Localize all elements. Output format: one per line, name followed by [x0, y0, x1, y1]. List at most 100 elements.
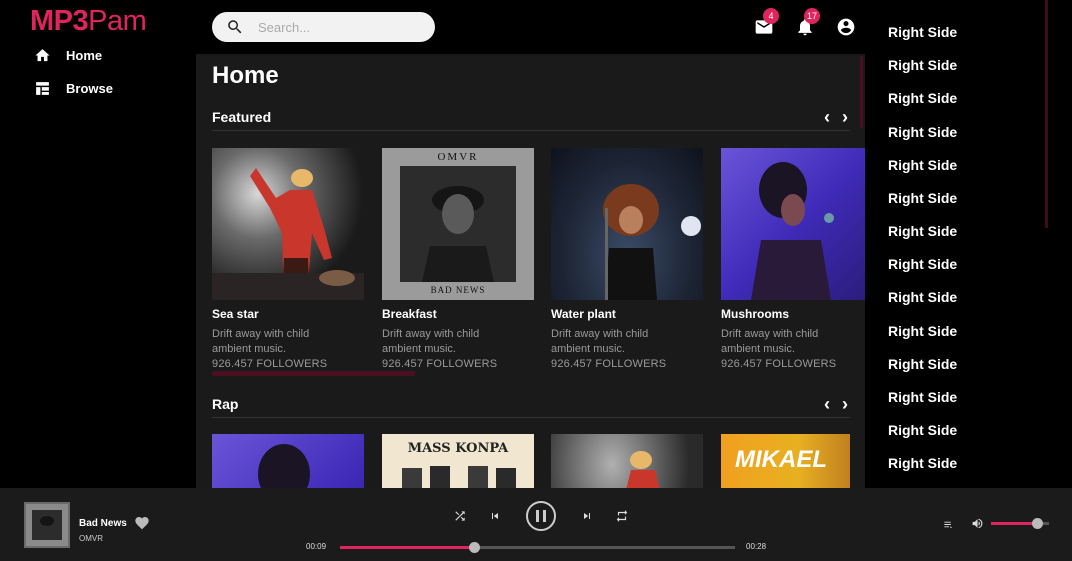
sidebar-item-label: Browse [66, 81, 113, 96]
right-side-item[interactable]: Right Side [888, 356, 957, 372]
total-time: 00:28 [746, 542, 767, 551]
mail-badge: 4 [763, 8, 779, 24]
pause-button[interactable] [526, 501, 556, 531]
notifications-button[interactable]: 17 [794, 8, 821, 38]
album-art[interactable] [212, 434, 364, 488]
card-followers: 926.457 FOLLOWERS [212, 358, 328, 370]
right-side-item[interactable]: Right Side [888, 157, 957, 173]
search-box[interactable] [212, 12, 435, 42]
logo-main: MP3 [30, 4, 89, 37]
now-playing-title: Bad News [79, 518, 127, 529]
right-side-item[interactable]: Right Side [888, 389, 957, 405]
sidebar-item-browse[interactable]: Browse [34, 80, 113, 97]
home-icon [35, 49, 50, 62]
right-side-item[interactable]: Right Side [888, 57, 957, 73]
volume-slider[interactable] [991, 518, 1049, 529]
right-side-item[interactable]: Right Side [888, 190, 957, 206]
page-title: Home [212, 62, 279, 89]
album-art-text: MASS KONPA [407, 441, 509, 456]
previous-icon[interactable] [489, 509, 501, 523]
right-side-item[interactable]: Right Side [888, 422, 957, 438]
card-description: Drift away with child ambient music. [551, 328, 649, 355]
player-bar: Bad News OMVR 00:09 00:28 [0, 488, 1072, 561]
section-header-featured: Featured ‹ › [212, 103, 850, 131]
section-header-rap: Rap ‹ › [212, 390, 850, 418]
card-description: Drift away with child ambient music. [212, 328, 310, 355]
card-title: Mushrooms [721, 307, 790, 321]
right-side-item[interactable]: Right Side [888, 455, 957, 471]
album-art-bottom-text: BAD NEWS [430, 285, 486, 295]
album-art[interactable]: MIKAEL [721, 434, 850, 488]
volume-knob[interactable] [1032, 518, 1044, 529]
right-side-item[interactable]: Right Side [888, 124, 957, 140]
rap-card-mass-konpa[interactable]: MASS KONPA [382, 434, 534, 488]
right-side-item[interactable]: Right Side [888, 90, 957, 106]
right-side-item[interactable]: Right Side [888, 223, 957, 239]
album-art-top-text: OMVR [437, 151, 479, 163]
album-art[interactable] [551, 434, 703, 488]
card-water-plant[interactable]: Water plant Drift away with child ambien… [551, 148, 703, 372]
right-side-item[interactable]: Right Side [888, 256, 957, 272]
album-art-text: MIKAEL [735, 446, 827, 473]
right-side-item[interactable]: Right Side [888, 24, 957, 40]
rap-card-1[interactable] [212, 434, 364, 488]
rap-card-3[interactable] [551, 434, 703, 488]
queue-icon[interactable] [943, 519, 954, 530]
search-input[interactable] [258, 19, 418, 35]
pause-icon [536, 510, 539, 522]
card-mushrooms[interactable]: Mushrooms Drift away with child ambient … [721, 148, 865, 372]
next-arrow-button[interactable]: › [842, 395, 848, 413]
shuffle-icon[interactable] [453, 509, 467, 523]
album-art[interactable] [551, 148, 703, 300]
volume-fill [991, 522, 1038, 525]
card-description: Drift away with child ambient music. [721, 328, 819, 355]
right-sidebar: Right Side Right Side Right Side Right S… [879, 0, 1072, 488]
progress-knob[interactable] [469, 542, 481, 553]
left-sidebar: MP3Pam Home Browse [0, 0, 196, 488]
right-side-item[interactable]: Right Side [888, 289, 957, 305]
progress-bar[interactable] [340, 542, 735, 553]
album-art[interactable]: MASS KONPA [382, 434, 534, 488]
next-arrow-button[interactable]: › [842, 108, 848, 126]
account-button[interactable] [835, 16, 857, 38]
album-art[interactable]: OMVR BAD NEWS [382, 148, 534, 300]
notifications-badge: 17 [804, 8, 821, 24]
card-followers: 926.457 FOLLOWERS [382, 358, 498, 370]
prev-arrow-button[interactable]: ‹ [824, 395, 830, 413]
rap-card-mikael[interactable]: MIKAEL [721, 434, 865, 488]
account-icon [837, 18, 855, 36]
card-sea-star[interactable]: Sea star Drift away with child ambient m… [212, 148, 364, 372]
section-title: Featured [212, 108, 272, 125]
album-art[interactable] [721, 148, 865, 300]
logo-rest: Pam [88, 4, 147, 37]
progress-fill [340, 546, 475, 549]
featured-scrollbar[interactable] [212, 371, 415, 376]
card-title: Water plant [551, 307, 616, 321]
right-side-item[interactable]: Right Side [888, 323, 957, 339]
now-playing-artist: OMVR [79, 534, 103, 543]
volume-icon[interactable] [971, 517, 984, 530]
section-title: Rap [212, 395, 239, 412]
card-title: Sea star [212, 307, 259, 321]
card-breakfast[interactable]: OMVR BAD NEWS Breakfast Drift away with … [382, 148, 534, 372]
card-title: Breakfast [382, 307, 437, 321]
album-art[interactable] [212, 148, 364, 300]
next-icon[interactable] [581, 509, 593, 523]
card-followers: 926.457 FOLLOWERS [721, 358, 837, 370]
sidebar-item-home[interactable]: Home [34, 47, 102, 64]
now-playing-cover[interactable] [24, 502, 70, 548]
logo[interactable]: MP3Pam [30, 4, 147, 38]
repeat-icon[interactable] [615, 509, 629, 523]
card-followers: 926.457 FOLLOWERS [551, 358, 667, 370]
main-scrollbar[interactable] [860, 56, 863, 128]
right-scrollbar[interactable] [1045, 0, 1048, 228]
mail-button[interactable]: 4 [753, 8, 779, 38]
heart-icon[interactable] [134, 515, 150, 531]
app: MP3Pam Home Browse 4 17 Home [0, 0, 1072, 561]
card-description: Drift away with child ambient music. [382, 328, 480, 355]
browse-icon [36, 82, 49, 95]
main-content: Home Featured ‹ › Sea star Drift away wi… [196, 54, 865, 488]
search-icon [228, 20, 242, 34]
prev-arrow-button[interactable]: ‹ [824, 108, 830, 126]
sidebar-item-label: Home [66, 48, 103, 63]
